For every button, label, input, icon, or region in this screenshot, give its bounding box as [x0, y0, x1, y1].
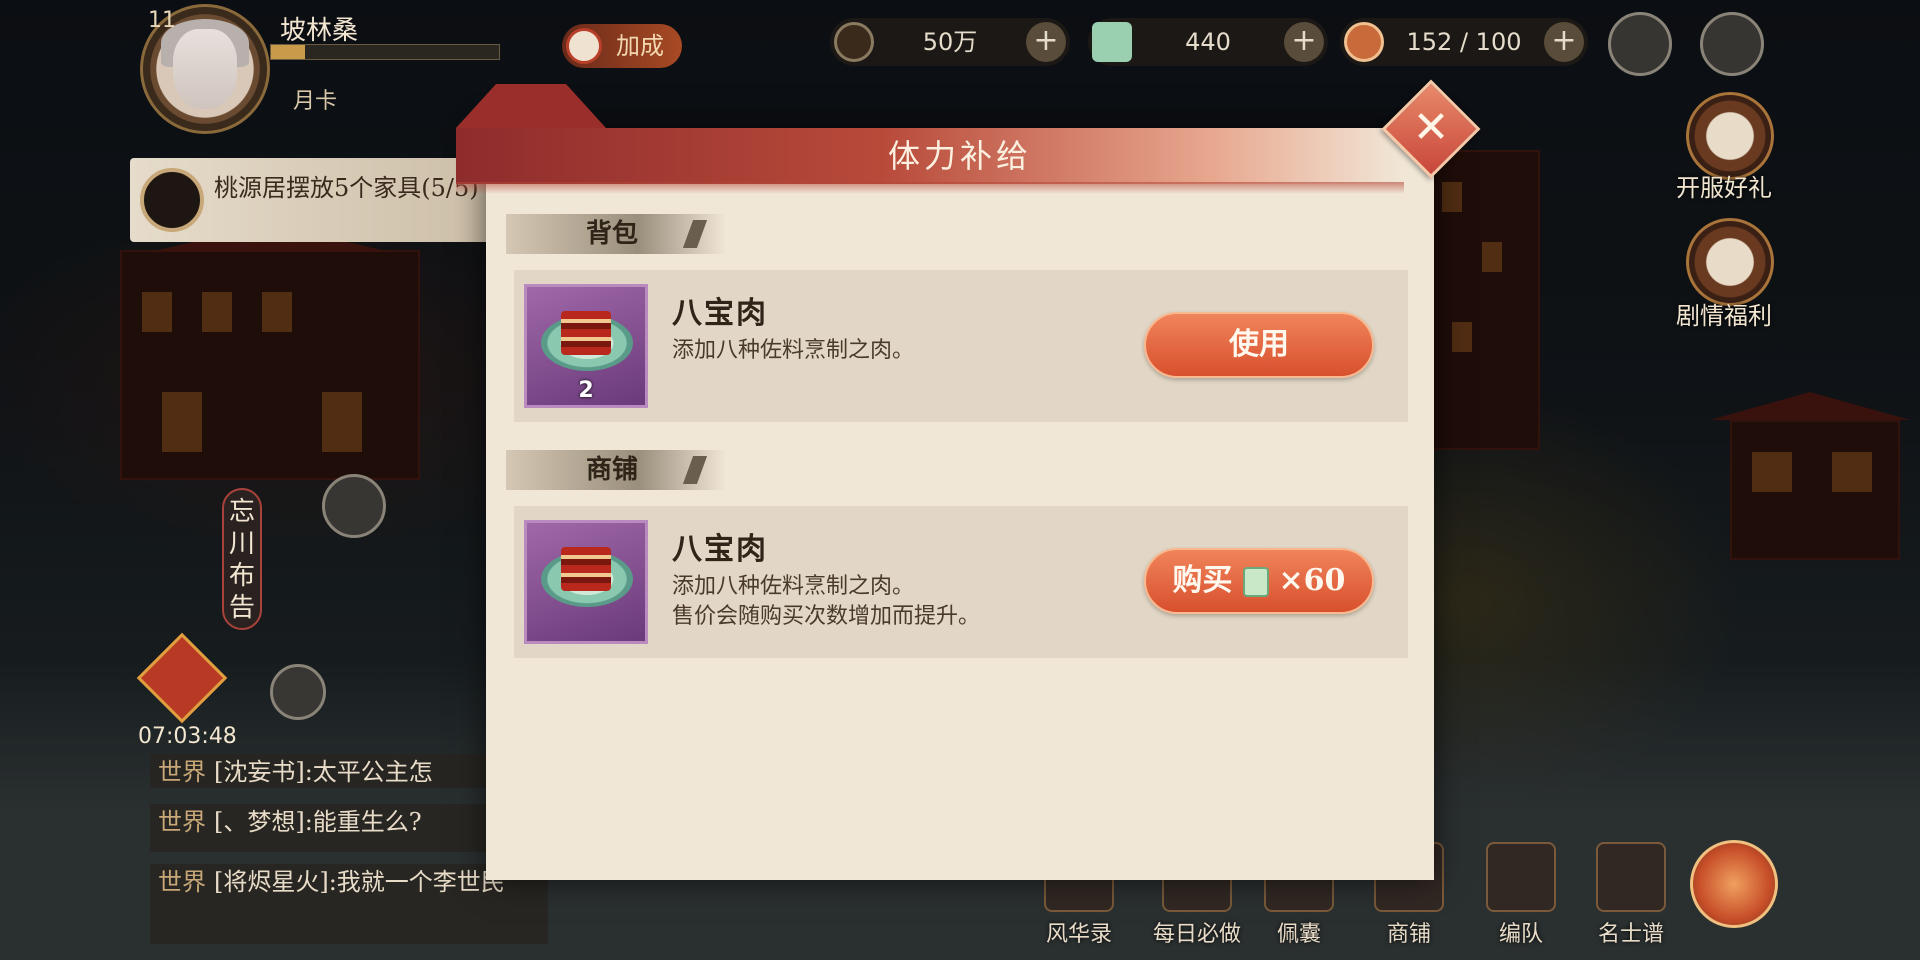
quest-text: 桃源居摆放5个家具(5/5)	[214, 174, 479, 202]
cards-icon	[1596, 842, 1666, 912]
item-description: 添加八种佐料烹制之肉。	[672, 336, 914, 366]
chat-text: [、梦想]:能重生么?	[214, 808, 422, 836]
eye-icon	[140, 168, 204, 232]
jade-value: 440	[1185, 28, 1231, 56]
item-desc-line: 售价会随购买次数增加而提升。	[672, 604, 981, 629]
dialog-roof-decoration	[456, 84, 606, 128]
side-menu-label: 剧情福利	[1676, 302, 1772, 330]
item-count: 2	[578, 378, 594, 403]
item-slot[interactable]: 2	[524, 284, 648, 408]
chat-text: [将烬星火]:我就一个李世民	[214, 868, 505, 896]
item-slot[interactable]	[524, 520, 648, 644]
event-timer: 07:03:48	[138, 724, 237, 749]
section-tag-shop: 商铺	[506, 450, 726, 490]
add-jade-button[interactable]: +	[1284, 22, 1324, 62]
add-coin-button[interactable]: +	[1026, 22, 1066, 62]
chat-channel: 世界	[158, 758, 206, 786]
nav-team[interactable]: 编队	[1476, 842, 1566, 948]
exp-bar	[270, 44, 500, 60]
team-icon	[1486, 842, 1556, 912]
scroll-icon[interactable]	[1700, 12, 1764, 76]
nav-celebrities[interactable]: 名士谱	[1586, 842, 1676, 948]
bag-item-row: 2 八宝肉 添加八种佐料烹制之肉。 使用	[514, 270, 1408, 422]
jade-icon	[1092, 22, 1132, 62]
coin-icon	[834, 22, 874, 62]
player-name: 坡林桑	[280, 16, 359, 46]
bonus-button[interactable]: 加成	[562, 24, 682, 68]
meat-dish-icon	[561, 547, 611, 591]
month-card-button[interactable]: 月卡	[270, 84, 360, 120]
add-stamina-button[interactable]: +	[1544, 22, 1584, 62]
yin-yang-icon	[566, 28, 602, 64]
bonus-label: 加成	[616, 32, 664, 60]
jade-icon	[1242, 567, 1269, 597]
menu-orb-icon[interactable]	[1690, 840, 1778, 928]
chat-text: [沈妄书]:太平公主怎	[214, 758, 433, 786]
item-desc-line: 添加八种佐料烹制之肉。	[672, 338, 915, 363]
chat-channel: 世界	[158, 808, 206, 836]
item-description: 添加八种佐料烹制之肉。 售价会随购买次数增加而提升。	[672, 572, 980, 632]
meat-dish-icon	[561, 311, 611, 355]
nav-label: 佩囊	[1276, 922, 1321, 947]
dialog-title: 体力补给	[887, 137, 1032, 175]
nav-label: 名士谱	[1597, 922, 1664, 947]
player-level: 11	[148, 8, 176, 33]
side-menu-label: 开服好礼	[1676, 174, 1772, 202]
item-name: 八宝肉	[672, 532, 768, 567]
coin-resource: 50万 +	[830, 18, 1070, 66]
item-desc-line: 添加八种佐料烹制之肉。	[672, 574, 915, 599]
shop-item-row: 八宝肉 添加八种佐料烹制之肉。 售价会随购买次数增加而提升。 购买 ×60	[514, 506, 1408, 658]
nav-label: 风华录	[1045, 922, 1112, 947]
close-icon[interactable]: ✕	[1400, 98, 1462, 160]
nav-label: 每日必做	[1152, 922, 1241, 947]
notice-board-button[interactable]: 忘川布告	[222, 488, 262, 630]
house-icon[interactable]	[322, 474, 386, 538]
story-icon[interactable]	[1686, 218, 1774, 306]
buy-price: ×60	[1278, 563, 1346, 598]
gourd-icon[interactable]	[1608, 12, 1672, 76]
chat-channel: 世界	[158, 868, 206, 896]
stamina-supply-dialog: 体力补给 背包 2 八宝肉 添加八种佐料烹制之肉。 使用 商铺 八宝肉 添加八种…	[456, 84, 1434, 880]
buy-button[interactable]: 购买 ×60	[1144, 548, 1374, 614]
stamina-value: 152 / 100	[1406, 28, 1522, 56]
coin-value: 50万	[922, 28, 978, 56]
item-name: 八宝肉	[672, 296, 768, 331]
stamina-resource: 152 / 100 +	[1340, 18, 1588, 66]
jade-resource: 440 +	[1088, 18, 1328, 66]
nav-label: 商铺	[1386, 922, 1431, 947]
meat-icon	[1344, 22, 1384, 62]
section-tag-bag: 背包	[506, 214, 726, 254]
gift-icon[interactable]	[1686, 92, 1774, 180]
exp-bar-fill	[271, 45, 306, 59]
buy-label: 购买	[1172, 563, 1233, 598]
nav-label: 编队	[1498, 922, 1543, 947]
arrow-right-icon[interactable]	[270, 664, 326, 720]
use-button[interactable]: 使用	[1144, 312, 1374, 378]
